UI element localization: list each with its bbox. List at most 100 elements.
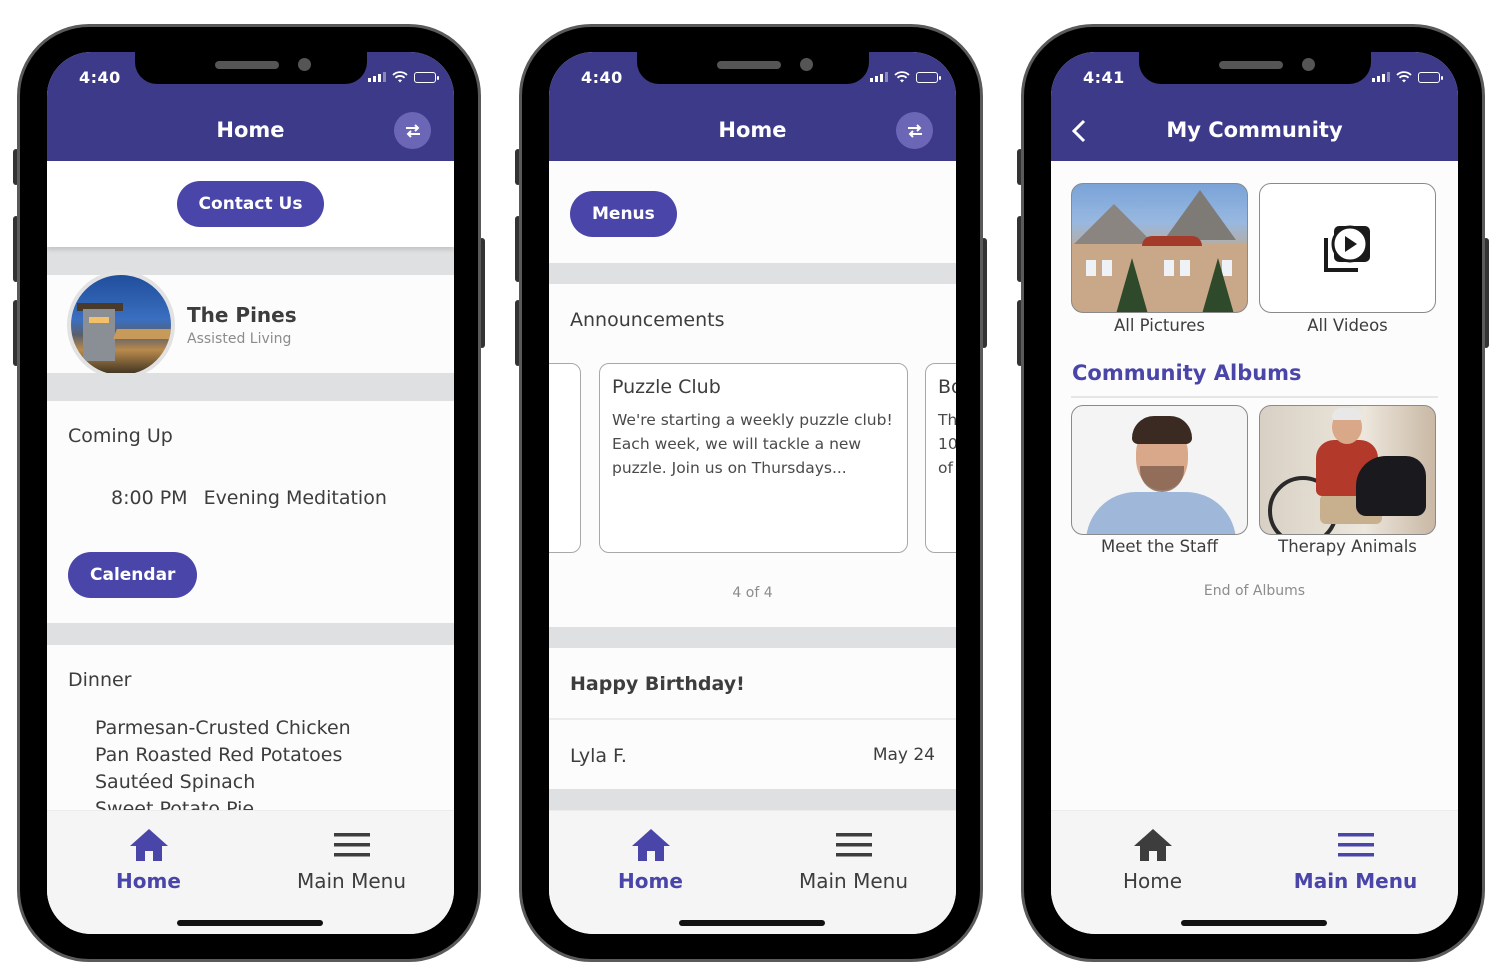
signal-icon (368, 72, 386, 82)
status-icons (870, 71, 941, 83)
announcement-card-next[interactable]: Bo Th 10 of (925, 363, 956, 553)
birthday-date: May 24 (872, 745, 935, 765)
switch-community-button[interactable] (896, 112, 933, 149)
announcement-body: We're starting a weekly puzzle club! Eac… (612, 411, 893, 477)
home-content: Menus Announcements Puzzle Club We're st… (549, 161, 956, 811)
page-title: Home (216, 118, 285, 142)
battery-icon (916, 71, 941, 83)
section-divider (549, 789, 956, 811)
signal-icon (870, 72, 888, 82)
tab-label: Main Menu (1293, 869, 1418, 893)
contact-us-button[interactable]: Contact Us (176, 181, 325, 227)
menus-button[interactable]: Menus (570, 191, 677, 237)
menu-item: Pan Roasted Red Potatoes (95, 744, 343, 766)
section-divider (47, 247, 454, 275)
tab-main-menu[interactable]: Main Menu (1254, 827, 1457, 893)
tab-home[interactable]: Home (47, 827, 250, 893)
phone-my-community: 4:41 My Community All Pictures All Video… (1017, 24, 1489, 962)
announcement-title: Bo (938, 376, 956, 398)
phone-home-2: 4:40 Home Menus Announcements Puzzle Clu… (515, 24, 987, 962)
end-of-albums-text: End of Albums (1203, 583, 1306, 599)
status-time: 4:40 (79, 68, 121, 87)
carousel-pager: 4 of 4 (732, 585, 773, 601)
menu-item: Parmesan-Crusted Chicken (95, 717, 351, 739)
page-title: My Community (1166, 118, 1343, 142)
tile-label: All Videos (1307, 316, 1388, 335)
birthday-name: Lyla F. (570, 745, 627, 767)
all-videos-tile[interactable] (1259, 183, 1436, 313)
home-indicator[interactable] (679, 920, 825, 926)
wifi-icon (894, 71, 910, 83)
home-icon (129, 827, 169, 863)
birthday-row: Lyla F. May 24 (570, 745, 935, 767)
section-divider (47, 373, 454, 401)
announcement-line: Th (938, 411, 956, 429)
battery-icon (1418, 71, 1443, 83)
home-icon (1133, 827, 1173, 863)
notch (135, 52, 367, 84)
upcoming-event[interactable]: 8:00 PM Evening Meditation (111, 487, 387, 509)
home-content: Contact Us The Pines Assisted Living Com… (47, 161, 454, 811)
tab-label: Home (618, 869, 683, 893)
screen: 4:40 Home Menus Announcements Puzzle Clu… (549, 52, 956, 934)
status-icons (1372, 71, 1443, 83)
announcement-body: Th 10 of (938, 408, 956, 480)
screen: 4:40 Home Contact Us The Pines Assisted … (47, 52, 454, 934)
calendar-button[interactable]: Calendar (68, 552, 198, 598)
community-avatar (67, 271, 175, 379)
announcement-card-previous[interactable] (549, 363, 581, 553)
home-icon (631, 827, 671, 863)
albums-section-title: Community Albums (1072, 361, 1302, 385)
wifi-icon (392, 71, 408, 83)
album-therapy-animals[interactable] (1259, 405, 1436, 535)
announcement-line: of (938, 459, 953, 477)
all-pictures-tile[interactable] (1071, 183, 1248, 313)
community-card[interactable]: The Pines Assisted Living (47, 271, 454, 379)
wifi-icon (1396, 71, 1412, 83)
community-name: The Pines (187, 303, 297, 327)
tab-home[interactable]: Home (1051, 827, 1254, 893)
notch (637, 52, 869, 84)
announcement-title: Puzzle Club (612, 376, 721, 398)
announcement-card[interactable]: Puzzle Club We're starting a weekly puzz… (599, 363, 908, 553)
phone-home-1: 4:40 Home Contact Us The Pines Assisted … (13, 24, 485, 962)
tab-main-menu[interactable]: Main Menu (752, 827, 955, 893)
home-indicator[interactable] (177, 920, 323, 926)
status-time: 4:41 (1083, 68, 1125, 87)
event-name: Evening Meditation (203, 487, 387, 509)
tab-main-menu[interactable]: Main Menu (250, 827, 453, 893)
tab-label: Home (116, 869, 181, 893)
dinner-title: Dinner (68, 669, 132, 691)
tab-label: Main Menu (798, 869, 908, 893)
album-meet-the-staff[interactable] (1071, 405, 1248, 535)
tab-bar: Home Main Menu (1051, 810, 1458, 934)
announcements-title: Announcements (570, 309, 725, 331)
community-content: All Pictures All Videos Community Albums… (1051, 161, 1458, 811)
coming-up-title: Coming Up (68, 425, 173, 447)
tile-label: All Pictures (1113, 316, 1206, 335)
section-underline (1071, 396, 1438, 398)
signal-icon (1372, 72, 1390, 82)
section-divider (47, 623, 454, 645)
event-time: 8:00 PM (111, 487, 188, 509)
video-play-icon (1323, 225, 1370, 272)
status-icons (368, 71, 439, 83)
section-divider (549, 263, 956, 284)
dinner-menu-list: Parmesan-Crusted Chicken Pan Roasted Red… (95, 715, 351, 811)
announcement-line: 10 (938, 435, 956, 453)
page-title: Home (718, 118, 787, 142)
tab-home[interactable]: Home (549, 827, 752, 893)
tab-bar: Home Main Menu (47, 810, 454, 934)
switch-community-button[interactable] (394, 112, 431, 149)
swap-arrows-icon (405, 123, 420, 138)
menu-item: Sweet Potato Pie (95, 798, 255, 811)
menu-item: Sautéed Spinach (95, 771, 256, 793)
hamburger-icon (1336, 827, 1376, 863)
birthdays-title: Happy Birthday! (570, 673, 745, 695)
home-indicator[interactable] (1181, 920, 1327, 926)
tab-label: Main Menu (296, 869, 406, 893)
hamburger-icon (834, 827, 874, 863)
album-label: Meet the Staff (1101, 537, 1218, 556)
tab-label: Home (1122, 869, 1183, 893)
tab-bar: Home Main Menu (549, 810, 956, 934)
